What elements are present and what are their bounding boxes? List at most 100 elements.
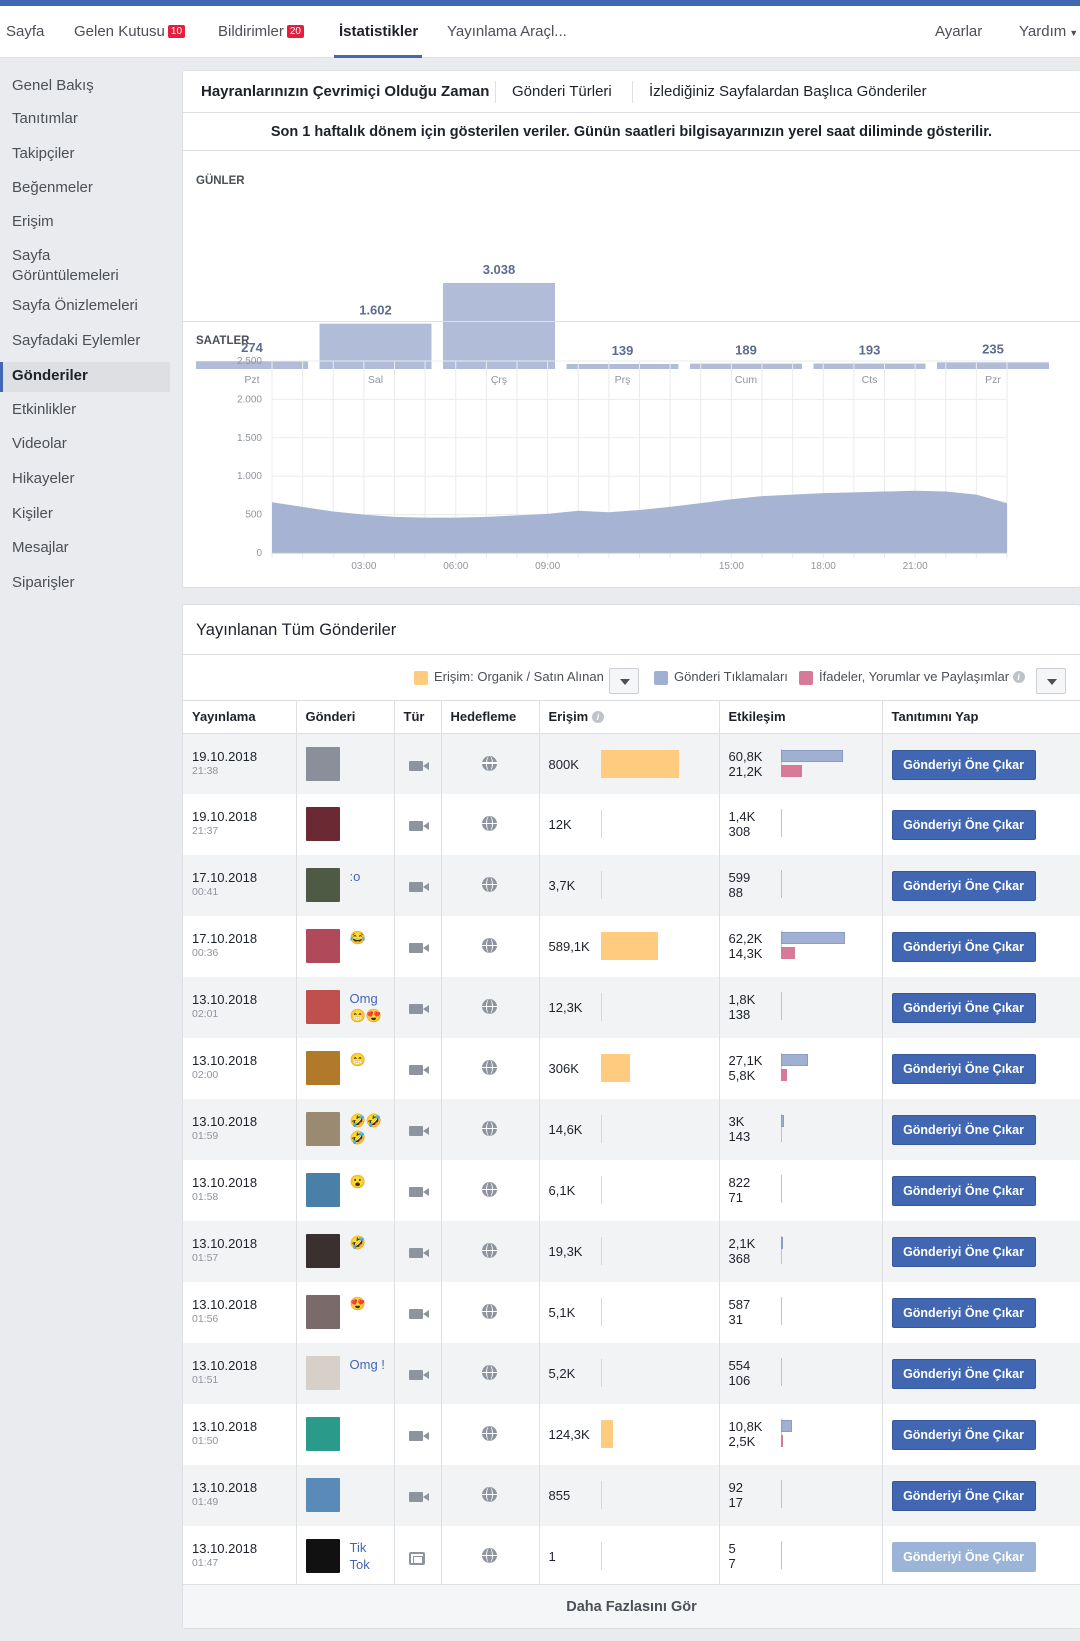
table-row[interactable]: 19.10.2018 21:38 800K 60,8K 21,2K Gönderiyi Ö… xyxy=(183,733,1080,794)
post-thumbnail[interactable] xyxy=(305,1051,340,1085)
sidebar-item[interactable]: Hikayeler xyxy=(0,465,170,493)
post-text[interactable]: 😮 xyxy=(350,1173,390,1190)
sidebar-item[interactable]: Sayfa Önizlemeleri xyxy=(0,292,170,320)
post-thumbnail[interactable] xyxy=(305,990,340,1024)
sidebar-item[interactable]: Beğenmeler xyxy=(0,174,170,202)
post-text[interactable]: Omg 😁😍 xyxy=(350,990,390,1024)
post-text[interactable]: :o xyxy=(350,868,390,885)
post-cell[interactable]: :o xyxy=(295,855,394,916)
table-row[interactable]: 17.10.2018 00:41:o 3,7K 599 88 Gönderiyi Öne … xyxy=(183,855,1080,916)
boost-post-button[interactable]: Gönderiyi Öne Çıkar xyxy=(891,1237,1036,1267)
post-thumbnail[interactable] xyxy=(305,868,340,902)
sidebar-item[interactable]: Videolar xyxy=(0,430,170,458)
sidebar-item[interactable]: Etkinlikler xyxy=(0,396,170,424)
sidebar-item[interactable]: Mesajlar xyxy=(0,534,170,562)
post-thumbnail[interactable] xyxy=(305,1173,340,1207)
post-thumbnail[interactable] xyxy=(305,1112,340,1146)
post-text[interactable]: 🤣🤣🤣 xyxy=(350,1112,390,1146)
boost-post-button[interactable]: Gönderiyi Öne Çıkar xyxy=(891,871,1036,901)
post-cell[interactable] xyxy=(295,794,394,855)
post-thumbnail[interactable] xyxy=(305,1234,340,1268)
tab-top-posts[interactable]: İzlediğiniz Sayfalardan Başlıca Gönderil… xyxy=(649,71,927,113)
reach-metric-dropdown[interactable] xyxy=(609,668,639,694)
tab-fans-online[interactable]: Hayranlarınızın Çevrimiçi Olduğu Zaman xyxy=(201,71,489,113)
sidebar-item[interactable]: Gönderiler xyxy=(0,362,170,392)
post-cell[interactable]: Omg ! xyxy=(295,1343,394,1404)
table-row[interactable]: 13.10.2018 01:57 🤣 19,3K 2,1K 368 Gönderiyi Ön… xyxy=(183,1221,1080,1282)
tab-post-types[interactable]: Gönderi Türleri xyxy=(512,71,612,113)
boost-post-button[interactable]: Gönderiyi Öne Çıkar xyxy=(891,1054,1036,1084)
engagement-metric-dropdown[interactable] xyxy=(1036,668,1066,694)
sidebar-item[interactable]: Sayfa Görüntülemeleri xyxy=(0,242,170,290)
table-row[interactable]: 13.10.2018 01:50 124,3K 10,8K 2,5K Gönderiyi … xyxy=(183,1404,1080,1465)
post-cell[interactable]: 🤣 xyxy=(295,1221,394,1282)
boost-post-button[interactable]: Gönderiyi Öne Çıkar xyxy=(891,1176,1036,1206)
post-text[interactable]: Tik Tok xyxy=(350,1539,390,1573)
table-row[interactable]: 13.10.2018 01:49 855 92 17 Gönderiyi Öne Çıka… xyxy=(183,1465,1080,1526)
sidebar-item[interactable]: Genel Bakış xyxy=(0,72,170,100)
info-icon[interactable]: i xyxy=(1012,671,1025,683)
post-text[interactable]: 🤣 xyxy=(350,1234,390,1251)
boost-post-button[interactable]: Gönderiyi Öne Çıkar xyxy=(891,1420,1036,1450)
data-notice: Son 1 haftalık dönem için gösterilen ver… xyxy=(183,113,1080,151)
column-header-engagement[interactable]: Etkileşim xyxy=(718,701,882,734)
info-icon[interactable]: i xyxy=(591,711,604,724)
table-row[interactable]: 13.10.2018 01:59 🤣🤣🤣 14,6K 3K 143 Gönderiyi Ön… xyxy=(183,1099,1080,1160)
post-cell[interactable]: Tik Tok xyxy=(295,1526,394,1587)
post-thumbnail[interactable] xyxy=(305,1295,340,1329)
post-thumbnail[interactable] xyxy=(305,1356,340,1390)
post-cell[interactable]: 😮 xyxy=(295,1160,394,1221)
boost-post-button[interactable]: Gönderiyi Öne Çıkar xyxy=(891,1542,1036,1572)
table-row[interactable]: 13.10.2018 01:51 Omg ! 5,2K 554 106 Gönderiyi … xyxy=(183,1343,1080,1404)
post-cell[interactable] xyxy=(295,1404,394,1465)
post-text[interactable]: Omg ! xyxy=(350,1356,390,1373)
post-text[interactable]: 😍 xyxy=(350,1295,390,1312)
sidebar-item[interactable]: Erişim xyxy=(0,208,170,236)
boost-post-button[interactable]: Gönderiyi Öne Çıkar xyxy=(891,1115,1036,1145)
column-header-published[interactable]: Yayınlama xyxy=(183,701,296,734)
post-thumbnail[interactable] xyxy=(305,746,340,781)
post-cell[interactable]: Omg 😁😍 xyxy=(295,977,394,1038)
sidebar-item[interactable]: Tanıtımlar xyxy=(0,105,170,133)
boost-post-button[interactable]: Gönderiyi Öne Çıkar xyxy=(891,1481,1036,1511)
nav-help[interactable]: Yardım ▼ xyxy=(1019,6,1078,58)
table-row[interactable]: 13.10.2018 02:00 😁 306K 27,1K 5,8K Gönderiyi Ö… xyxy=(183,1038,1080,1099)
post-cell[interactable] xyxy=(295,1465,394,1526)
post-cell[interactable]: 😂 xyxy=(295,916,394,977)
nav-page[interactable]: Sayfa xyxy=(6,6,44,58)
see-more-button[interactable]: Daha Fazlasını Gör xyxy=(183,1584,1080,1628)
sidebar-item[interactable]: Kişiler xyxy=(0,500,170,528)
sidebar-item[interactable]: Siparişler xyxy=(0,569,170,597)
nav-publishing-tools[interactable]: Yayınlama Araçl... xyxy=(447,6,567,58)
post-text[interactable]: 😁 xyxy=(350,1051,390,1068)
sidebar-item[interactable]: Sayfadaki Eylemler xyxy=(0,327,170,355)
post-text[interactable]: 😂 xyxy=(350,929,390,946)
table-row[interactable]: 13.10.2018 01:56 😍 5,1K 587 31 Gönderiyi Öne Ç… xyxy=(183,1282,1080,1343)
post-cell[interactable] xyxy=(295,733,394,794)
table-row[interactable]: 17.10.2018 00:36 😂 589,1K 62,2K 14,3K Gönderiy… xyxy=(183,916,1080,977)
boost-post-button[interactable]: Gönderiyi Öne Çıkar xyxy=(891,749,1036,780)
table-row[interactable]: 13.10.2018 01:47 Tik Tok 1 5 7 Gönderiyi Öne Ç… xyxy=(183,1526,1080,1587)
boost-post-button[interactable]: Gönderiyi Öne Çıkar xyxy=(891,1298,1036,1328)
post-thumbnail[interactable] xyxy=(305,1539,340,1573)
boost-post-button[interactable]: Gönderiyi Öne Çıkar xyxy=(891,932,1036,962)
post-thumbnail[interactable] xyxy=(305,929,340,963)
table-row[interactable]: 13.10.2018 02:01 Omg 😁😍 12,3K 1,8K 138 Gönderi… xyxy=(183,977,1080,1038)
column-header-reach[interactable]: Erişim i xyxy=(538,701,719,734)
post-cell[interactable]: 😁 xyxy=(295,1038,394,1099)
post-thumbnail[interactable] xyxy=(305,1478,340,1512)
boost-post-button[interactable]: Gönderiyi Öne Çıkar xyxy=(891,810,1036,840)
table-row[interactable]: 13.10.2018 01:58 😮 6,1K 822 71 Gönderiyi Öne Ç… xyxy=(183,1160,1080,1221)
post-thumbnail[interactable] xyxy=(305,1417,340,1451)
nav-insights[interactable]: İstatistikler xyxy=(339,6,418,58)
sidebar-item[interactable]: Takipçiler xyxy=(0,140,170,168)
boost-post-button[interactable]: Gönderiyi Öne Çıkar xyxy=(891,993,1036,1023)
nav-settings[interactable]: Ayarlar xyxy=(935,6,982,58)
nav-notifications[interactable]: Bildirimler 20 xyxy=(218,6,304,58)
nav-inbox[interactable]: Gelen Kutusu 10 xyxy=(74,6,186,58)
post-cell[interactable]: 😍 xyxy=(295,1282,394,1343)
post-cell[interactable]: 🤣🤣🤣 xyxy=(295,1099,394,1160)
post-thumbnail[interactable] xyxy=(305,807,340,841)
boost-post-button[interactable]: Gönderiyi Öne Çıkar xyxy=(891,1359,1036,1389)
table-row[interactable]: 19.10.2018 21:37 12K 1,4K 308 Gönderiyi Öne Ç… xyxy=(183,794,1080,855)
